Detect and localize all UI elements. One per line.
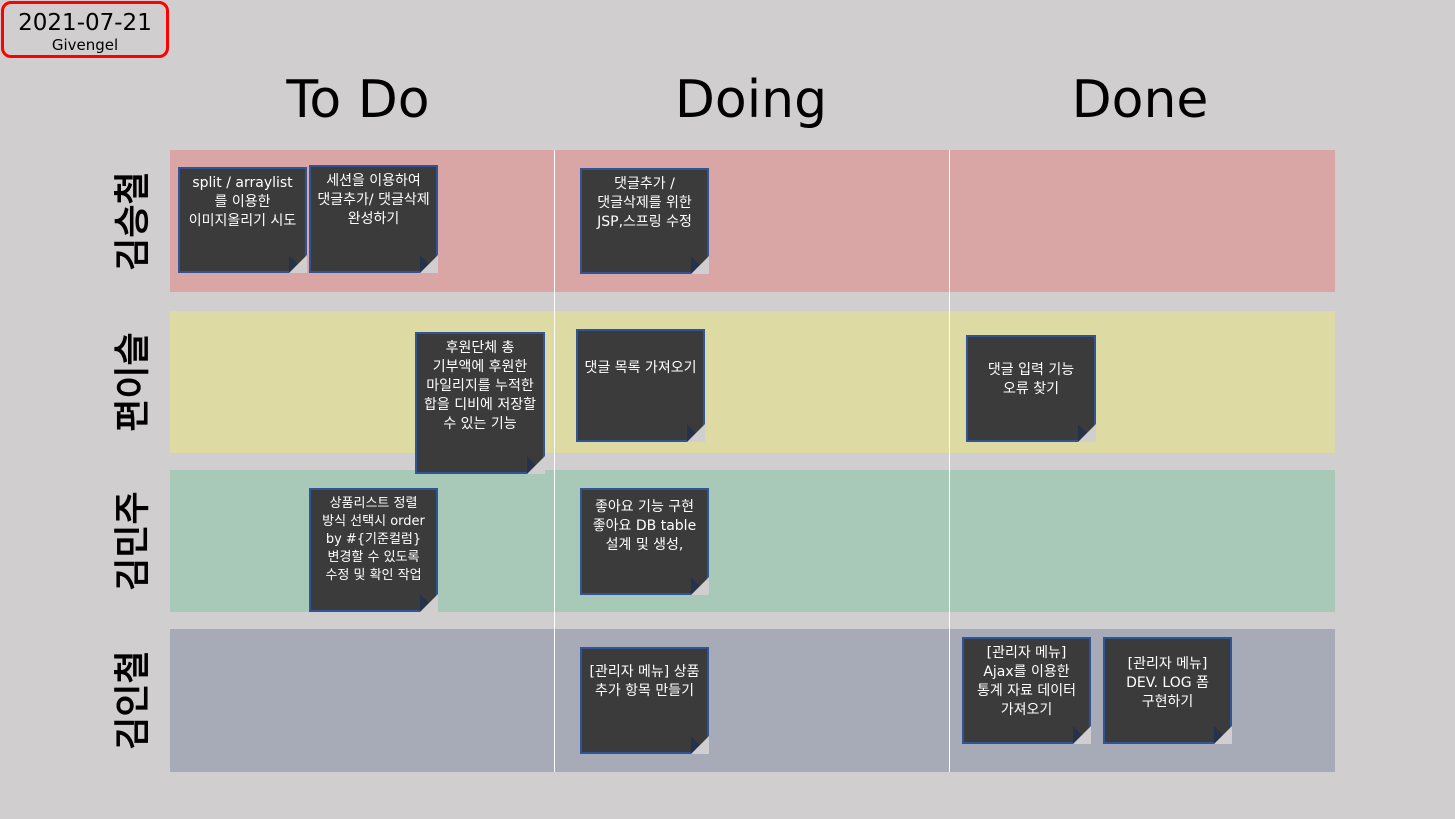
note-fold <box>420 594 438 612</box>
note-fold <box>527 456 545 474</box>
column-divider <box>554 150 555 772</box>
column-header-done: Done <box>1071 70 1209 130</box>
note-fold <box>691 577 709 595</box>
column-header-doing: Doing <box>674 70 828 130</box>
sticky-note[interactable]: [관리자 메뉴] Ajax를 이용한 통계 자료 데이터 가져오기 <box>962 637 1091 744</box>
note-text: 세션을 이용하여 댓글추가/ 댓글삭제 완성하기 <box>317 173 430 227</box>
note-text: 좋아요 기능 구현 좋아요 DB table 설계 및 생성, <box>592 499 697 553</box>
note-text: split / arraylist 를 이용한 이미지올리기 시도 <box>188 175 297 229</box>
note-fold <box>1078 424 1096 442</box>
sticky-note[interactable]: [관리자 메뉴] 상품 추가 항목 만들기 <box>580 647 709 754</box>
swimlane-pyeon-iseul <box>170 311 1335 453</box>
sticky-note[interactable]: 댓글 입력 기능 오류 찾기 <box>966 335 1096 442</box>
note-text: 후원단체 총 기부액에 후원한 마일리지를 누적한 합을 디비에 저장할 수 있… <box>424 340 536 432</box>
note-fold <box>691 256 709 274</box>
sticky-note[interactable]: 댓글추가 / 댓글삭제를 위한 JSP,스프링 수정 <box>580 168 709 274</box>
lane-name: 편이슬 <box>113 332 154 432</box>
sticky-note[interactable]: 댓글 목록 가져오기 <box>576 329 705 442</box>
sticky-note[interactable]: 후원단체 총 기부액에 후원한 마일리지를 누적한 합을 디비에 저장할 수 있… <box>415 332 545 474</box>
lane-name: 김승철 <box>113 171 154 271</box>
date-badge: 2021-07-21 Givengel <box>1 1 169 58</box>
lane-label-1: 김승철 <box>108 150 154 292</box>
note-text: 댓글 입력 기능 오류 찾기 <box>987 362 1075 397</box>
note-text: [관리자 메뉴] Ajax를 이용한 통계 자료 데이터 가져오기 <box>976 645 1077 718</box>
sticky-note[interactable]: 상품리스트 정렬 방식 선택시 order by #{기준컬럼} 변경할 수 있… <box>309 488 438 612</box>
note-fold <box>1214 726 1232 744</box>
note-text: 댓글 목록 가져오기 <box>584 360 697 376</box>
column-header-todo: To Do <box>286 70 430 130</box>
note-text: 상품리스트 정렬 방식 선택시 order by #{기준컬럼} 변경할 수 있… <box>322 496 425 583</box>
lane-name: 김인철 <box>113 650 154 750</box>
note-text: 댓글추가 / 댓글삭제를 위한 JSP,스프링 수정 <box>597 176 692 230</box>
sticky-note[interactable]: [관리자 메뉴] DEV. LOG 폼 구현하기 <box>1103 637 1232 744</box>
note-fold <box>1073 726 1091 744</box>
lane-label-3: 김민주 <box>108 470 154 612</box>
lane-label-2: 편이슬 <box>108 311 154 453</box>
note-fold <box>289 255 307 273</box>
sticky-note[interactable]: split / arraylist 를 이용한 이미지올리기 시도 <box>178 167 307 273</box>
note-text: [관리자 메뉴] 상품 추가 항목 만들기 <box>589 664 700 699</box>
sticky-note[interactable]: 세션을 이용하여 댓글추가/ 댓글삭제 완성하기 <box>309 165 438 273</box>
note-fold <box>420 255 438 273</box>
lane-name: 김민주 <box>113 491 154 591</box>
date-text: 2021-07-21 <box>18 10 152 36</box>
lane-label-4: 김인철 <box>108 629 154 771</box>
sticky-note[interactable]: 좋아요 기능 구현 좋아요 DB table 설계 및 생성, <box>580 488 709 595</box>
column-divider <box>949 150 950 772</box>
note-text: [관리자 메뉴] DEV. LOG 폼 구현하기 <box>1126 656 1209 710</box>
note-fold <box>687 424 705 442</box>
note-fold <box>691 736 709 754</box>
team-name: Givengel <box>51 36 119 54</box>
